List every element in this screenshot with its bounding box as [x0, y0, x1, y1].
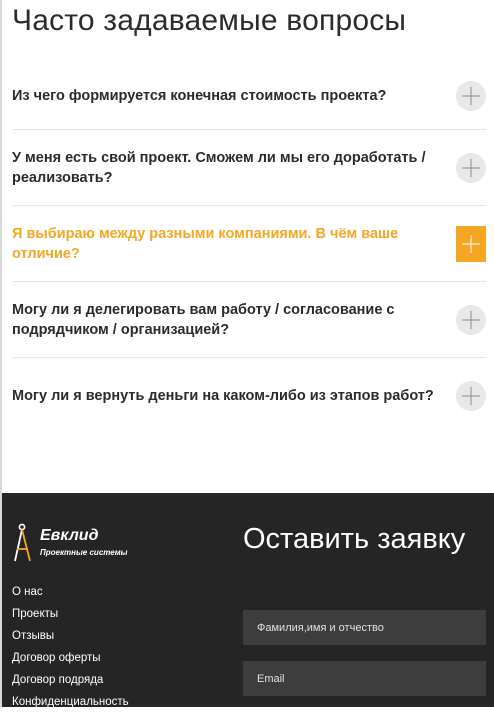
- faq-item[interactable]: Из чего формируется конечная стоимость п…: [12, 62, 486, 129]
- faq-question[interactable]: Из чего формируется конечная стоимость п…: [12, 86, 452, 106]
- faq-list: Из чего формируется конечная стоимость п…: [12, 62, 486, 433]
- nav-link-offer[interactable]: Договор оферты: [12, 647, 129, 669]
- plus-icon[interactable]: [456, 380, 486, 411]
- nav-link-reviews[interactable]: Отзывы: [12, 625, 129, 647]
- plus-icon[interactable]: [456, 80, 486, 111]
- plus-icon[interactable]: [456, 225, 486, 262]
- footer: Евклид Проектные системы О нас Проекты О…: [2, 493, 494, 708]
- plus-icon[interactable]: [456, 304, 486, 335]
- faq-item[interactable]: У меня есть свой проект. Сможем ли мы ег…: [12, 129, 486, 205]
- footer-nav: О нас Проекты Отзывы Договор оферты Дого…: [12, 581, 129, 713]
- logo-subtitle: Проектные системы: [40, 548, 128, 557]
- nav-link-projects[interactable]: Проекты: [12, 603, 129, 625]
- faq-item[interactable]: Могу ли я делегировать вам работу / согл…: [12, 281, 486, 357]
- faq-item[interactable]: Могу ли я вернуть деньги на каком-либо и…: [12, 357, 486, 433]
- faq-title: Часто задаваемые вопросы: [12, 4, 407, 37]
- logo-name: Евклид: [40, 527, 99, 544]
- nav-link-about[interactable]: О нас: [12, 581, 129, 603]
- logo[interactable]: Евклид Проектные системы: [12, 523, 127, 563]
- request-form-title: Оставить заявку: [243, 523, 466, 555]
- page: Часто задаваемые вопросы Из чего формиру…: [0, 0, 494, 708]
- faq-question[interactable]: Могу ли я вернуть деньги на каком-либо и…: [12, 386, 452, 406]
- faq-item-active[interactable]: Я выбираю между разными компаниями. В чё…: [12, 205, 486, 281]
- nav-link-contract[interactable]: Договор подряда: [12, 669, 129, 691]
- faq-question[interactable]: Могу ли я делегировать вам работу / согл…: [12, 300, 452, 340]
- faq-question[interactable]: Я выбираю между разными компаниями. В чё…: [12, 224, 452, 264]
- faq-question[interactable]: У меня есть свой проект. Сможем ли мы ег…: [12, 148, 452, 188]
- email-input[interactable]: [243, 661, 486, 696]
- nav-link-privacy[interactable]: Конфиденциальность: [12, 691, 129, 713]
- compass-icon: [14, 523, 31, 562]
- full-name-input[interactable]: [243, 610, 486, 645]
- plus-icon[interactable]: [456, 152, 486, 183]
